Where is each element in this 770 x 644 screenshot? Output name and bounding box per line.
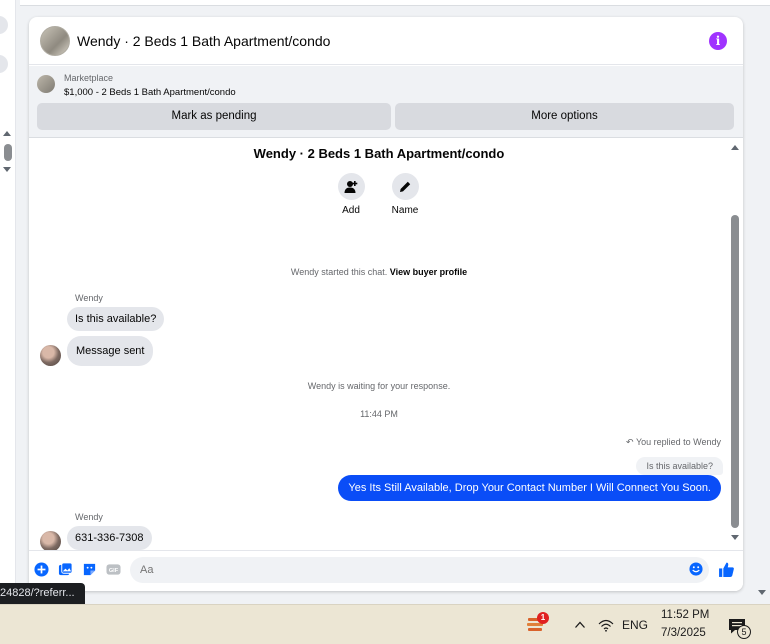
add-person-icon[interactable] bbox=[337, 173, 365, 200]
language-indicator[interactable]: ENG bbox=[622, 618, 648, 632]
page-left-gutter bbox=[0, 0, 16, 604]
add-action[interactable]: Add bbox=[331, 173, 371, 216]
status-bar-url: 24828/?referr... bbox=[0, 583, 85, 604]
gutter-button[interactable] bbox=[0, 16, 8, 34]
composer: GIF bbox=[29, 550, 743, 591]
app-notification-badge: 1 bbox=[537, 612, 549, 624]
view-buyer-profile-link[interactable]: View buyer profile bbox=[390, 267, 467, 277]
avatar[interactable] bbox=[40, 531, 61, 552]
gif-icon[interactable]: GIF bbox=[106, 562, 121, 577]
scroll-up-arrow-icon[interactable] bbox=[731, 145, 739, 150]
info-icon[interactable]: i bbox=[709, 32, 727, 50]
taskbar: 1 ENG 11:52 PM 7/3/2025 5 bbox=[0, 604, 770, 644]
wifi-icon[interactable] bbox=[598, 618, 614, 632]
page-scroll-down-icon[interactable] bbox=[758, 590, 766, 595]
incoming-message[interactable]: Is this available? bbox=[67, 307, 165, 331]
waiting-note: Wendy is waiting for your response. bbox=[307, 381, 451, 391]
notification-count: 5 bbox=[737, 625, 751, 639]
like-thumb-icon[interactable] bbox=[718, 561, 735, 578]
action-label: Add bbox=[342, 205, 360, 216]
more-options-button[interactable]: More options bbox=[395, 103, 734, 130]
sender-name: Wendy bbox=[75, 512, 103, 522]
emoji-icon[interactable] bbox=[689, 562, 703, 576]
marketplace-bar: Marketplace $1,000 - 2 Beds 1 Bath Apart… bbox=[29, 66, 743, 138]
quoted-message[interactable]: Is this available? bbox=[636, 457, 723, 475]
message-scrollbar-thumb[interactable] bbox=[731, 215, 739, 528]
svg-text:GIF: GIF bbox=[109, 568, 119, 574]
conversation-title: Wendy · 2 Beds 1 Bath Apartment/condo bbox=[253, 146, 505, 161]
avatar[interactable] bbox=[40, 26, 70, 56]
clock-date[interactable]: 7/3/2025 bbox=[661, 627, 706, 639]
chat-started-note: Wendy started this chat. View buyer prof… bbox=[29, 267, 729, 277]
outgoing-message[interactable]: Yes Its Still Available, Drop Your Conta… bbox=[338, 475, 721, 501]
scroll-up-arrow-icon[interactable] bbox=[3, 131, 11, 136]
reply-arrow-icon: ↶ bbox=[626, 437, 634, 447]
mark-as-pending-button[interactable]: Mark as pending bbox=[37, 103, 391, 130]
listing-title[interactable]: $1,000 - 2 Beds 1 Bath Apartment/condo bbox=[64, 87, 236, 98]
photo-icon[interactable] bbox=[58, 562, 73, 577]
background-page-strip bbox=[20, 0, 770, 6]
incoming-message[interactable]: 631-336-7308 bbox=[67, 526, 152, 550]
chat-header: Wendy · 2 Beds 1 Bath Apartment/condo i bbox=[29, 17, 743, 65]
incoming-message[interactable]: Message sent bbox=[67, 336, 154, 366]
gutter-button[interactable] bbox=[0, 55, 8, 73]
message-input[interactable] bbox=[130, 557, 709, 583]
scroll-down-arrow-icon[interactable] bbox=[3, 167, 11, 172]
message-list[interactable]: Wendy · 2 Beds 1 Bath Apartment/condo Ad… bbox=[29, 139, 743, 552]
reply-note: ↶ You replied to Wendy bbox=[626, 437, 721, 448]
avatar[interactable] bbox=[40, 345, 61, 366]
reply-note-text: You replied to Wendy bbox=[635, 437, 721, 447]
timestamp: 11:44 PM bbox=[360, 409, 398, 419]
scroll-down-arrow-icon[interactable] bbox=[731, 535, 739, 540]
marketplace-label: Marketplace bbox=[64, 73, 114, 83]
chevron-up-icon[interactable] bbox=[574, 619, 586, 631]
clock-time[interactable]: 11:52 PM bbox=[661, 609, 709, 621]
pencil-icon[interactable] bbox=[391, 173, 419, 200]
sender-name: Wendy bbox=[75, 293, 103, 303]
page-scrollbar-thumb[interactable] bbox=[4, 144, 12, 161]
chat-title[interactable]: Wendy · 2 Beds 1 Bath Apartment/condo bbox=[77, 33, 330, 49]
action-label: Name bbox=[391, 205, 419, 216]
listing-thumbnail[interactable] bbox=[37, 75, 55, 93]
chat-window: Wendy · 2 Beds 1 Bath Apartment/condo i … bbox=[29, 17, 743, 591]
name-action[interactable]: Name bbox=[385, 173, 425, 216]
sticker-icon[interactable] bbox=[82, 562, 97, 577]
plus-icon[interactable] bbox=[34, 562, 49, 577]
chat-started-text: Wendy started this chat. bbox=[290, 267, 388, 277]
